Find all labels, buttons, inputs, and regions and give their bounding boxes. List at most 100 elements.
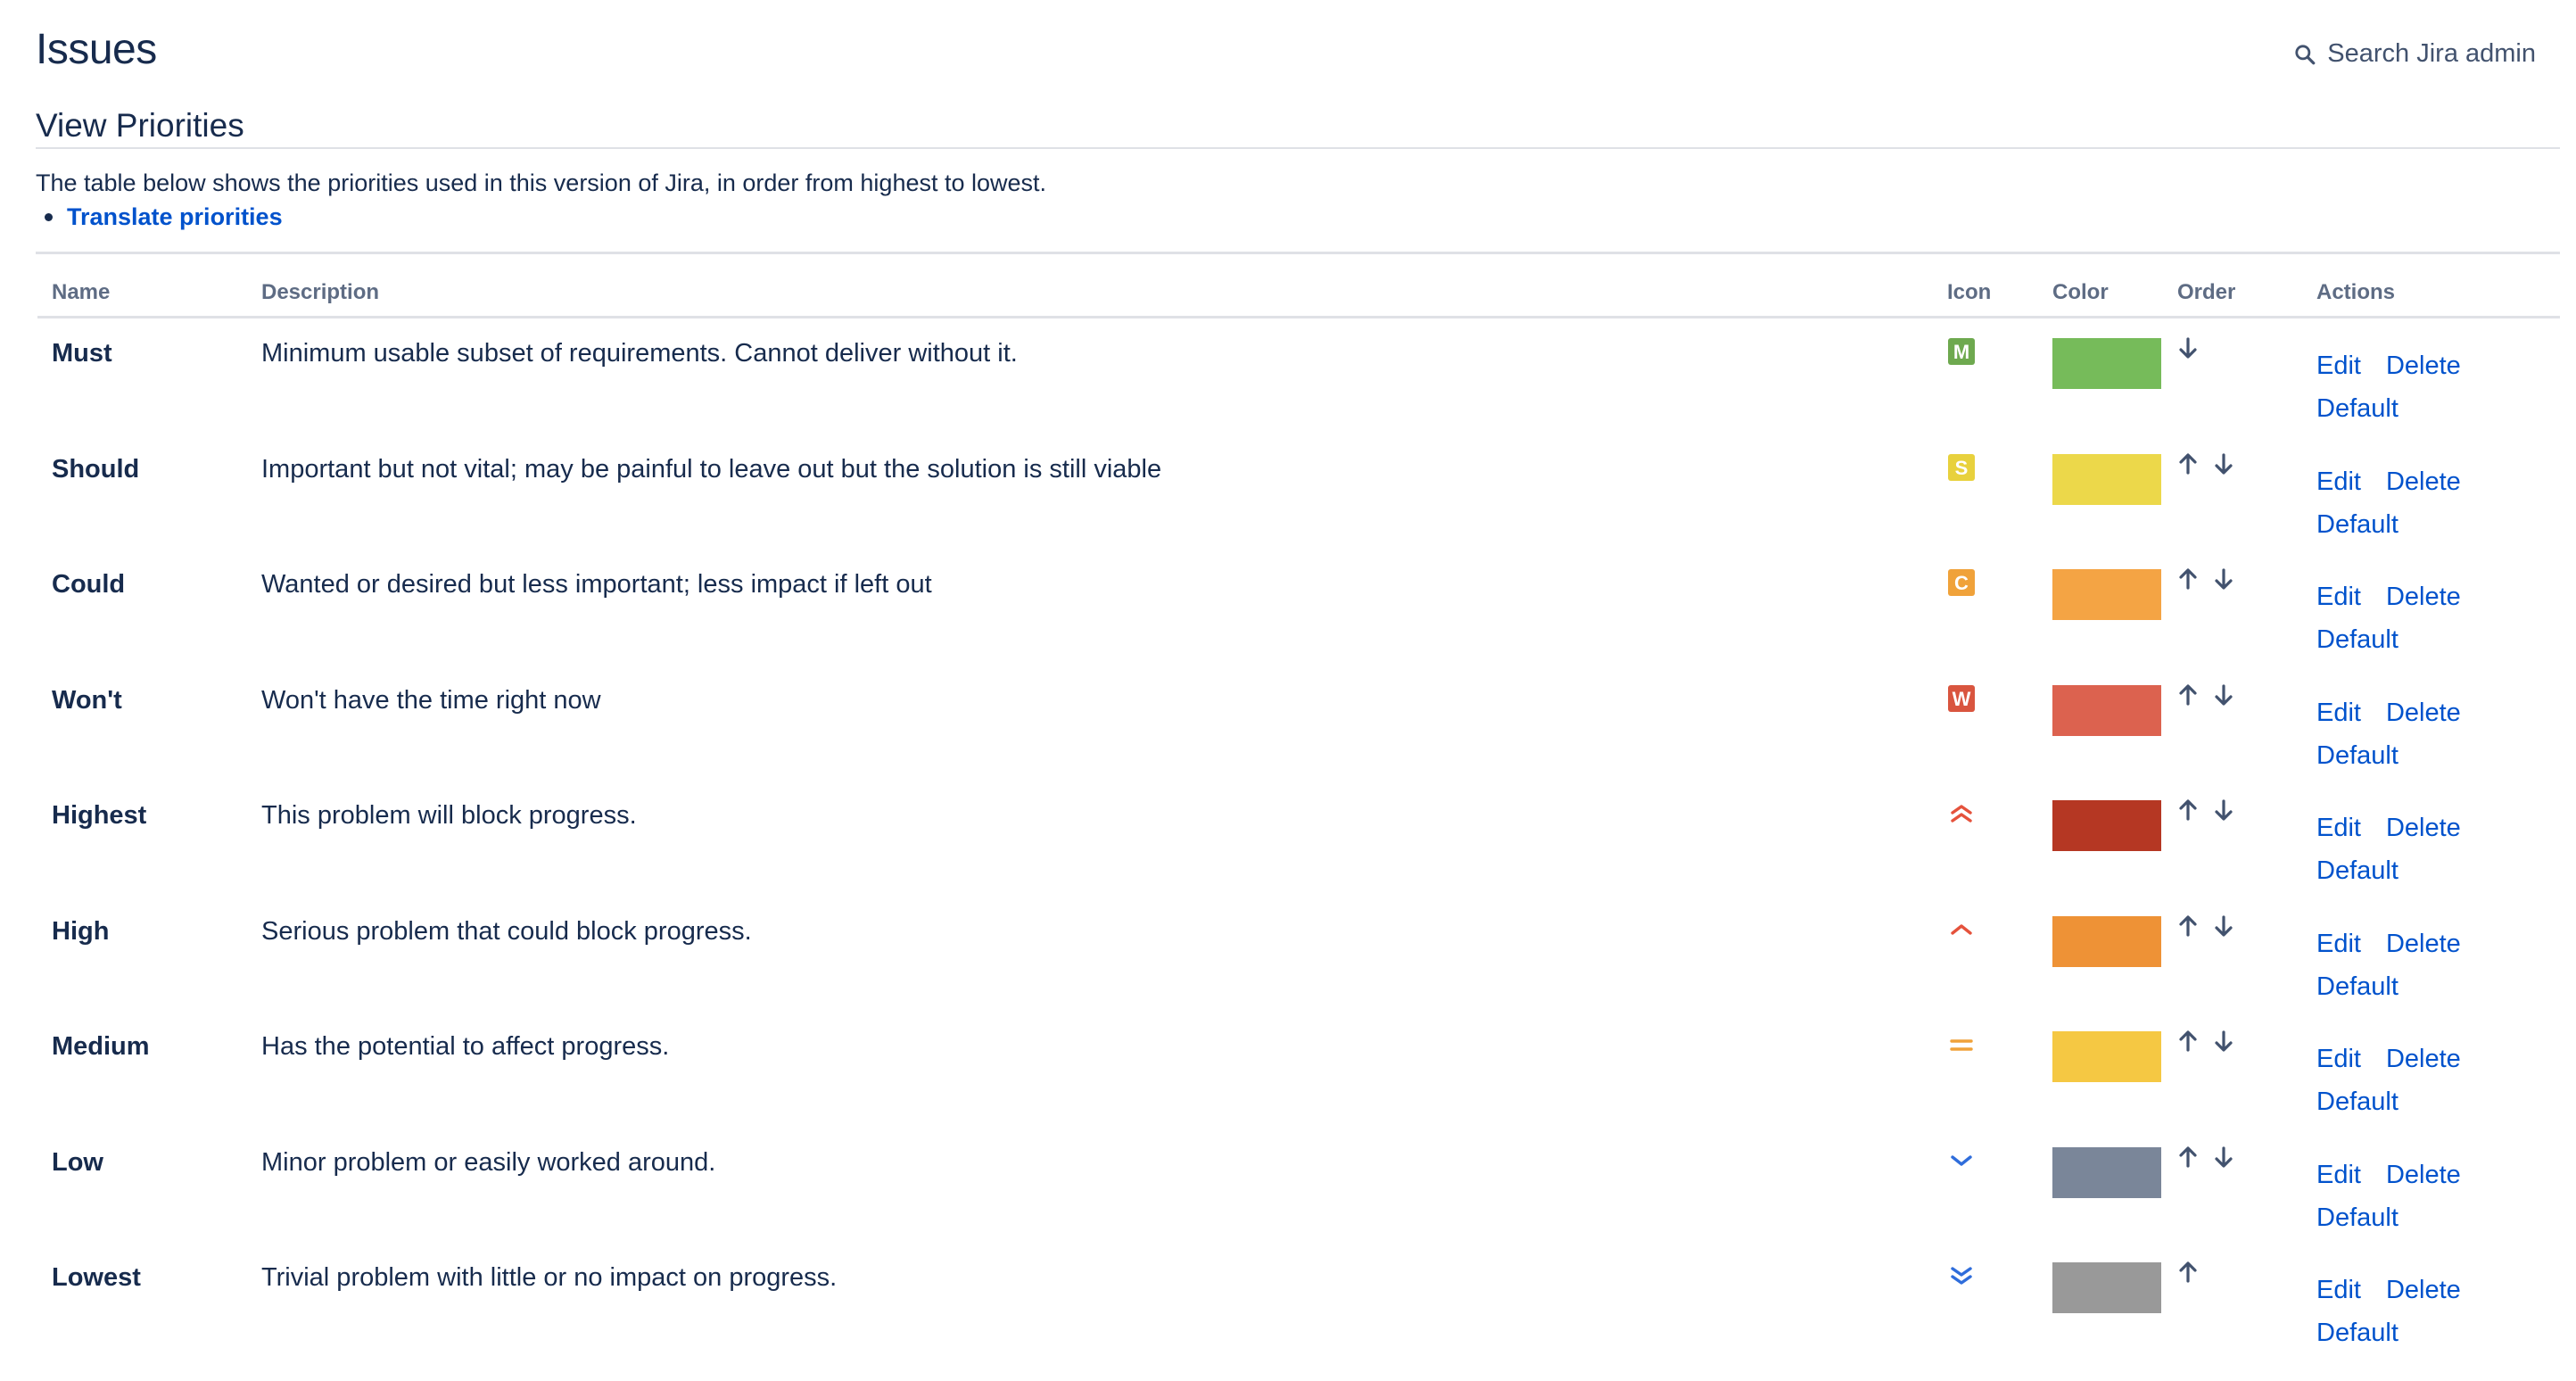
priority-description: Important but not vital; may be painful … xyxy=(261,454,1162,484)
color-swatch xyxy=(2052,338,2161,389)
column-header-icon: Icon xyxy=(1947,280,1992,304)
delete-link[interactable]: Delete xyxy=(2386,930,2461,958)
priority-name: Should xyxy=(52,454,140,484)
default-link[interactable]: Default xyxy=(2316,394,2398,423)
row-actions: Edit Delete Default xyxy=(2316,460,2513,546)
delete-link[interactable]: Delete xyxy=(2386,1045,2461,1073)
priority-description: Minimum usable subset of requirements. C… xyxy=(261,339,1018,368)
divider xyxy=(36,252,2560,254)
row-actions: Edit Delete Default xyxy=(2316,344,2513,430)
color-swatch xyxy=(2052,915,2161,967)
move-up-icon[interactable] xyxy=(2176,566,2200,591)
delete-link[interactable]: Delete xyxy=(2386,699,2461,727)
move-down-icon[interactable] xyxy=(2211,682,2236,707)
delete-link[interactable]: Delete xyxy=(2386,814,2461,842)
svg-text:C: C xyxy=(1954,572,1969,594)
move-down-icon[interactable] xyxy=(2211,451,2236,476)
move-up-icon[interactable] xyxy=(2176,1145,2200,1170)
move-down-icon[interactable] xyxy=(2176,335,2200,360)
search-label: Search Jira admin xyxy=(2327,39,2536,68)
order-controls xyxy=(2176,1260,2200,1285)
column-header-order: Order xyxy=(2177,280,2236,304)
row-actions: Edit Delete Default xyxy=(2316,575,2513,661)
edit-link[interactable]: Edit xyxy=(2316,930,2361,958)
priority-name: Medium xyxy=(52,1032,150,1061)
delete-link[interactable]: Delete xyxy=(2386,467,2461,496)
order-controls xyxy=(2176,1029,2236,1054)
bullet-icon xyxy=(45,213,53,221)
color-swatch xyxy=(2052,800,2161,851)
row-actions: Edit Delete Default xyxy=(2316,922,2513,1008)
priority-description: Serious problem that could block progres… xyxy=(261,916,752,946)
svg-text:M: M xyxy=(1953,341,1969,363)
divider xyxy=(36,147,2560,149)
priority-name: Won't xyxy=(52,685,122,715)
letter-w-icon: W xyxy=(1948,684,1975,712)
move-down-icon[interactable] xyxy=(2211,914,2236,939)
default-link[interactable]: Default xyxy=(2316,1203,2398,1232)
delete-link[interactable]: Delete xyxy=(2386,583,2461,611)
table-row: Highest This problem will block progress.… xyxy=(37,783,2560,898)
color-swatch xyxy=(2052,453,2161,505)
row-actions: Edit Delete Default xyxy=(2316,1038,2513,1123)
svg-text:W: W xyxy=(1953,688,1971,710)
priority-high-icon xyxy=(1951,923,1972,935)
delete-link[interactable]: Delete xyxy=(2386,1161,2461,1189)
color-swatch xyxy=(2052,1146,2161,1198)
default-link[interactable]: Default xyxy=(2316,1319,2398,1347)
default-link[interactable]: Default xyxy=(2316,1087,2398,1116)
edit-link[interactable]: Edit xyxy=(2316,1161,2361,1189)
move-down-icon[interactable] xyxy=(2211,566,2236,591)
edit-link[interactable]: Edit xyxy=(2316,351,2361,380)
intro-text: The table below shows the priorities use… xyxy=(36,170,1047,196)
edit-link[interactable]: Edit xyxy=(2316,467,2361,496)
move-up-icon[interactable] xyxy=(2176,1260,2200,1285)
order-controls xyxy=(2176,682,2236,707)
letter-m-icon: M xyxy=(1948,338,1975,365)
default-link[interactable]: Default xyxy=(2316,741,2398,770)
move-up-icon[interactable] xyxy=(2176,1029,2200,1054)
row-actions: Edit Delete Default xyxy=(2316,1154,2513,1239)
edit-link[interactable]: Edit xyxy=(2316,699,2361,727)
table-row: Low Minor problem or easily worked around… xyxy=(37,1130,2560,1245)
edit-link[interactable]: Edit xyxy=(2316,1276,2361,1304)
row-actions: Edit Delete Default xyxy=(2316,1269,2513,1354)
search-jira-admin-button[interactable]: Search Jira admin xyxy=(2293,39,2536,69)
move-up-icon[interactable] xyxy=(2176,682,2200,707)
edit-link[interactable]: Edit xyxy=(2316,814,2361,842)
default-link[interactable]: Default xyxy=(2316,625,2398,654)
table-row: Lowest Trivial problem with little or no … xyxy=(37,1245,2560,1360)
column-header-actions: Actions xyxy=(2316,280,2396,304)
move-up-icon[interactable] xyxy=(2176,798,2200,823)
priority-description: Trivial problem with little or no impact… xyxy=(261,1263,838,1292)
move-up-icon[interactable] xyxy=(2176,914,2200,939)
priority-description: Minor problem or easily worked around. xyxy=(261,1147,716,1177)
letter-s-icon: S xyxy=(1948,453,1975,481)
default-link[interactable]: Default xyxy=(2316,510,2398,539)
translate-priorities-link[interactable]: Translate priorities xyxy=(67,203,283,231)
order-controls xyxy=(2176,914,2236,939)
default-link[interactable]: Default xyxy=(2316,856,2398,885)
priority-highest-icon xyxy=(1951,805,1972,823)
move-down-icon[interactable] xyxy=(2211,1145,2236,1170)
color-swatch xyxy=(2052,1031,2161,1082)
priority-low-icon xyxy=(1951,1154,1972,1166)
table-row: High Serious problem that could block pro… xyxy=(37,899,2560,1014)
priority-lowest-icon xyxy=(1951,1267,1972,1285)
delete-link[interactable]: Delete xyxy=(2386,351,2461,380)
order-controls xyxy=(2176,451,2236,476)
priority-name: Low xyxy=(52,1147,103,1177)
priority-name: Lowest xyxy=(52,1263,141,1292)
move-up-icon[interactable] xyxy=(2176,451,2200,476)
default-link[interactable]: Default xyxy=(2316,972,2398,1001)
edit-link[interactable]: Edit xyxy=(2316,1045,2361,1073)
table-row: Must Minimum usable subset of requirement… xyxy=(37,321,2560,436)
section-title: View Priorities xyxy=(36,107,244,144)
move-down-icon[interactable] xyxy=(2211,1029,2236,1054)
table-header: Name Description Icon Color Order Action… xyxy=(37,275,2560,318)
column-header-color: Color xyxy=(2052,280,2109,304)
delete-link[interactable]: Delete xyxy=(2386,1276,2461,1304)
move-down-icon[interactable] xyxy=(2211,798,2236,823)
table-row: Should Important but not vital; may be pa… xyxy=(37,437,2560,552)
edit-link[interactable]: Edit xyxy=(2316,583,2361,611)
